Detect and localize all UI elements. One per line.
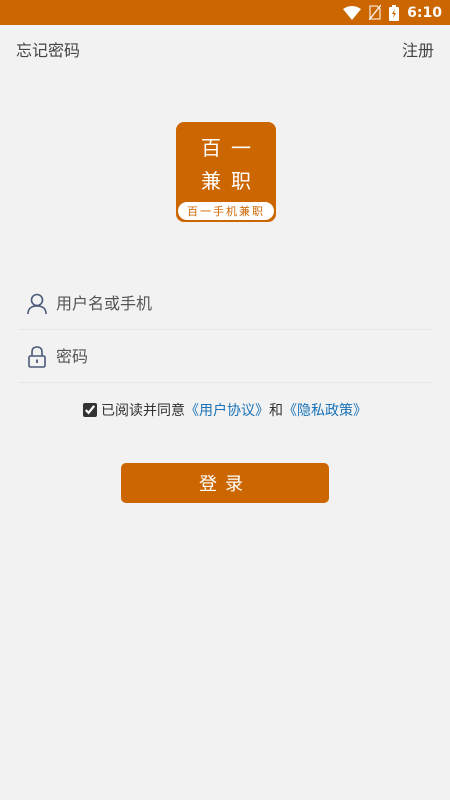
logo-tagline: 百一手机兼职 <box>178 202 274 220</box>
lock-icon <box>18 345 56 368</box>
status-time: 6:10 <box>407 4 442 21</box>
password-field <box>18 331 432 383</box>
username-field <box>18 278 432 330</box>
wifi-icon <box>343 5 362 20</box>
top-links: 忘记密码 注册 <box>16 36 434 62</box>
login-button[interactable]: 登录 <box>121 463 329 503</box>
forgot-password-link[interactable]: 忘记密码 <box>16 37 80 61</box>
agreement-checkbox[interactable] <box>83 403 97 417</box>
logo-line-1: 百一 <box>201 136 261 160</box>
password-input[interactable] <box>56 347 432 366</box>
agreement-row: 已阅读并同意 《用户协议》 和 《隐私政策》 <box>0 400 450 420</box>
agreement-and: 和 <box>269 403 283 419</box>
user-icon <box>18 293 56 315</box>
battery-icon <box>389 4 400 21</box>
no-sim-icon <box>369 5 382 20</box>
register-link[interactable]: 注册 <box>402 37 434 61</box>
username-input[interactable] <box>56 294 432 313</box>
app-logo: 百一 兼职 百一手机兼职 <box>176 122 276 222</box>
privacy-policy-link[interactable]: 《隐私政策》 <box>283 400 367 420</box>
user-agreement-link[interactable]: 《用户协议》 <box>185 400 269 420</box>
logo-line-2: 兼职 <box>201 169 261 193</box>
agreement-prefix: 已阅读并同意 <box>101 403 185 419</box>
status-bar: 6:10 <box>0 0 450 25</box>
